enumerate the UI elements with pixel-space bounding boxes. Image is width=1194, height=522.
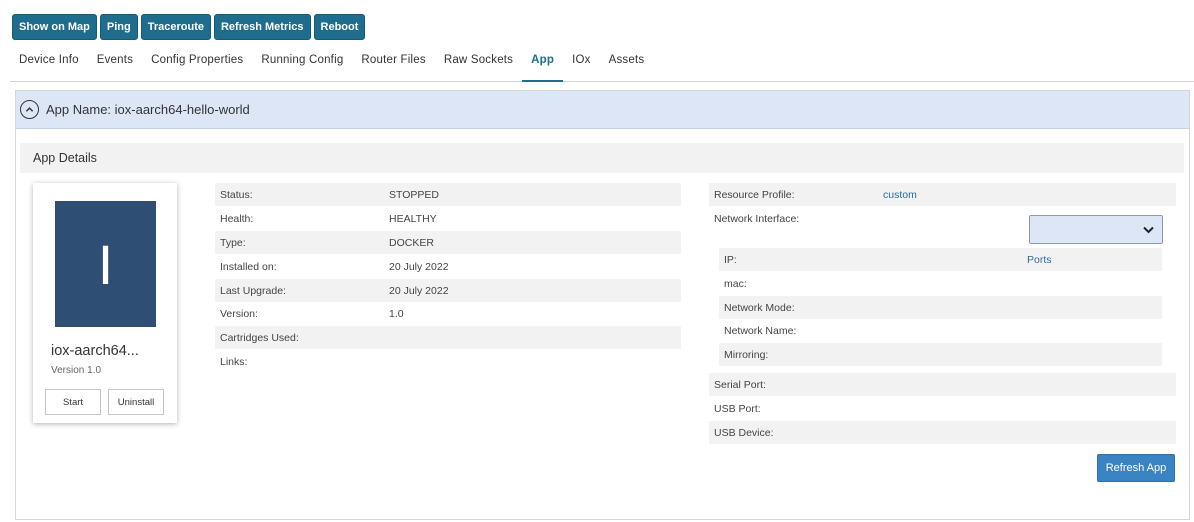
network-row-mac: mac:	[719, 272, 1162, 295]
detail-label: Cartridges Used:	[220, 331, 299, 344]
port-label: Serial Port:	[714, 378, 766, 391]
detail-value: 20 July 2022	[389, 260, 449, 273]
detail-label: Version:	[220, 307, 258, 320]
detail-row-health: Health: HEALTHY	[215, 207, 681, 230]
resource-profile-row: Resource Profile: custom	[709, 183, 1176, 206]
ping-button[interactable]: Ping	[99, 14, 138, 40]
tab-bar: Device Info Events Config Properties Run…	[10, 44, 1194, 82]
network-label: Mirroring:	[724, 348, 769, 361]
detail-label: Status:	[220, 188, 253, 201]
detail-label: Links:	[220, 355, 248, 368]
refresh-metrics-button[interactable]: Refresh Metrics	[213, 14, 311, 40]
detail-row-version: Version: 1.0	[215, 302, 681, 325]
uninstall-button[interactable]: Uninstall	[108, 389, 164, 415]
detail-label: Type:	[220, 236, 246, 249]
reboot-button[interactable]: Reboot	[313, 14, 366, 40]
serial-port-row: Serial Port:	[709, 373, 1176, 396]
port-label: USB Port:	[714, 402, 761, 415]
detail-value: HEALTHY	[389, 212, 437, 225]
detail-row-links: Links:	[215, 350, 681, 373]
network-interface-label: Network Interface:	[714, 212, 800, 225]
detail-value: 20 July 2022	[389, 284, 449, 297]
tab-running-config[interactable]: Running Config	[252, 44, 352, 82]
port-label: USB Device:	[714, 426, 774, 439]
detail-row-status: Status: STOPPED	[215, 183, 681, 206]
network-row-mirroring: Mirroring:	[719, 343, 1162, 366]
network-row-mode: Network Mode:	[719, 296, 1162, 319]
app-icon: I	[55, 201, 156, 327]
app-card-name: iox-aarch64...	[51, 343, 139, 359]
traceroute-button[interactable]: Traceroute	[140, 14, 211, 40]
network-label: mac:	[724, 277, 747, 290]
app-name-title: App Name: iox-aarch64-hello-world	[46, 102, 250, 117]
app-panel-header: App Name: iox-aarch64-hello-world	[16, 91, 1189, 129]
tab-router-files[interactable]: Router Files	[352, 44, 434, 82]
app-card-version: Version 1.0	[51, 365, 102, 376]
resource-profile-link[interactable]: custom	[883, 189, 917, 201]
app-details-header: App Details	[20, 143, 1184, 173]
tab-iox[interactable]: IOx	[563, 44, 600, 82]
app-panel: App Name: iox-aarch64-hello-world App De…	[15, 90, 1190, 520]
network-label: Network Name:	[724, 324, 797, 337]
start-button[interactable]: Start	[45, 389, 101, 415]
ports-link[interactable]: Ports	[1027, 254, 1052, 266]
network-row-ip: IP: Ports	[719, 248, 1162, 271]
tab-config-properties[interactable]: Config Properties	[142, 44, 252, 82]
detail-row-installed-on: Installed on: 20 July 2022	[215, 255, 681, 278]
refresh-app-button[interactable]: Refresh App	[1097, 454, 1175, 482]
detail-row-type: Type: DOCKER	[215, 231, 681, 254]
detail-value: 1.0	[389, 307, 404, 320]
detail-value: DOCKER	[389, 236, 434, 249]
detail-label: Installed on:	[220, 260, 277, 273]
network-row-name: Network Name:	[719, 319, 1162, 342]
collapse-icon[interactable]	[20, 100, 39, 119]
network-interface-select[interactable]	[1029, 215, 1163, 244]
app-card: I iox-aarch64... Version 1.0 Start Unins…	[33, 183, 177, 423]
usb-device-row: USB Device:	[709, 421, 1176, 444]
network-label: Network Mode:	[724, 301, 795, 314]
tab-assets[interactable]: Assets	[600, 44, 654, 82]
detail-row-last-upgrade: Last Upgrade: 20 July 2022	[215, 279, 681, 302]
show-on-map-button[interactable]: Show on Map	[12, 14, 97, 40]
tab-raw-sockets[interactable]: Raw Sockets	[435, 44, 522, 82]
tab-device-info[interactable]: Device Info	[10, 44, 88, 82]
tab-app[interactable]: App	[522, 44, 564, 82]
network-label: IP:	[724, 253, 737, 266]
usb-port-row: USB Port:	[709, 397, 1176, 420]
app-details-title: App Details	[33, 151, 97, 165]
resource-profile-label: Resource Profile:	[714, 188, 795, 201]
detail-row-cartridges: Cartridges Used:	[215, 326, 681, 349]
detail-label: Health:	[220, 212, 254, 225]
tab-events[interactable]: Events	[88, 44, 142, 82]
chevron-down-icon	[1143, 226, 1154, 234]
detail-label: Last Upgrade:	[220, 284, 286, 297]
detail-value: STOPPED	[389, 188, 439, 201]
action-toolbar: Show on Map Ping Traceroute Refresh Metr…	[12, 14, 366, 40]
